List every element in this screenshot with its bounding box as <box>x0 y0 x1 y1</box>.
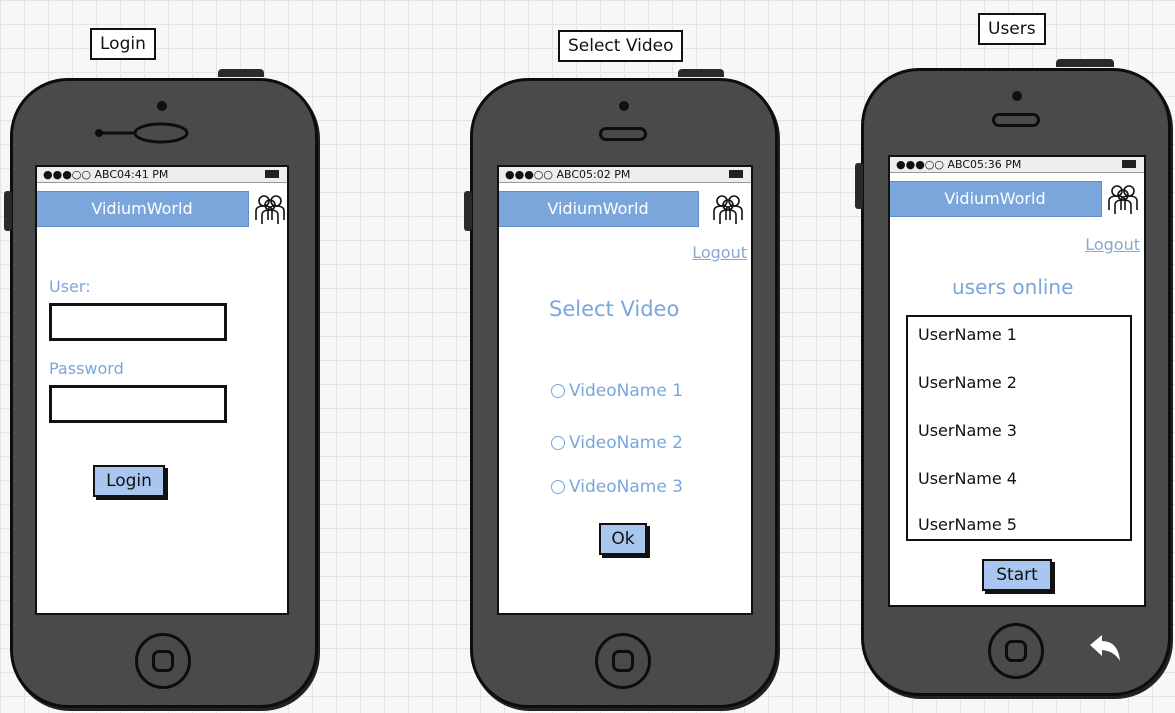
users-group-icon[interactable] <box>711 192 745 226</box>
logout-link[interactable]: Logout <box>692 243 747 262</box>
list-item[interactable]: UserName 3 <box>918 421 1017 440</box>
battery-icon <box>729 170 743 178</box>
video-option[interactable]: VideoName 1 <box>551 381 683 401</box>
video-option-label: VideoName 3 <box>569 477 684 497</box>
caption-login: Login <box>90 28 156 60</box>
status-text: ●●●○○ ABC05:36 PM <box>896 158 1022 171</box>
camera-icon <box>157 101 167 111</box>
status-text: ●●●○○ ABC04:41 PM <box>43 168 169 181</box>
nav-title: VidiumWorld <box>499 191 699 227</box>
radio-icon <box>551 384 565 398</box>
list-item[interactable]: UserName 2 <box>918 373 1017 392</box>
video-option[interactable]: VideoName 3 <box>551 477 683 497</box>
screen-select-video: ●●●○○ ABC05:02 PM VidiumWorld Logout Sel… <box>497 165 753 615</box>
nav-title: VidiumWorld <box>37 191 249 227</box>
users-list[interactable]: UserName 1 UserName 2 UserName 3 UserNam… <box>906 315 1132 541</box>
phone-users: ●●●○○ ABC05:36 PM VidiumWorld Logout use… <box>855 59 1171 696</box>
users-group-icon[interactable] <box>1106 182 1140 216</box>
video-option-label: VideoName 1 <box>569 381 684 401</box>
home-button-icon[interactable] <box>988 623 1044 679</box>
video-option-label: VideoName 2 <box>569 433 684 453</box>
ok-button[interactable]: Ok <box>599 523 647 555</box>
status-bar: ●●●○○ ABC04:41 PM <box>37 167 287 183</box>
select-video-heading: Select Video <box>549 297 680 321</box>
back-arrow-icon[interactable] <box>1086 631 1126 667</box>
login-button[interactable]: Login <box>93 465 165 497</box>
caption-select-video: Select Video <box>558 30 684 62</box>
password-field[interactable] <box>49 385 227 423</box>
nav-title: VidiumWorld <box>890 181 1102 217</box>
battery-icon <box>265 170 279 178</box>
battery-icon <box>1122 160 1136 168</box>
list-item[interactable]: UserName 4 <box>918 469 1017 488</box>
users-group-icon[interactable] <box>253 192 287 226</box>
speaker <box>992 113 1040 127</box>
list-item[interactable]: UserName 1 <box>918 325 1017 344</box>
status-bar: ●●●○○ ABC05:02 PM <box>499 167 751 183</box>
camera-icon <box>619 101 629 111</box>
list-item[interactable]: UserName 5 <box>918 515 1017 534</box>
phone-login: ●●●○○ ABC04:41 PM VidiumWorld User: Pass… <box>4 69 318 708</box>
user-field[interactable] <box>49 303 227 341</box>
screen-login: ●●●○○ ABC04:41 PM VidiumWorld User: Pass… <box>35 165 289 615</box>
password-label: Password <box>49 359 124 378</box>
start-button[interactable]: Start <box>982 559 1052 591</box>
screen-users: ●●●○○ ABC05:36 PM VidiumWorld Logout use… <box>888 155 1146 607</box>
radio-icon <box>551 480 565 494</box>
caption-users: Users <box>978 13 1046 45</box>
logout-link[interactable]: Logout <box>1085 235 1140 254</box>
radio-icon <box>551 436 565 450</box>
phone-select-video: ●●●○○ ABC05:02 PM VidiumWorld Logout Sel… <box>464 69 778 708</box>
users-online-heading: users online <box>952 275 1074 299</box>
speaker <box>599 127 647 141</box>
home-button-icon[interactable] <box>595 633 651 689</box>
user-label: User: <box>49 277 91 296</box>
camera-icon <box>1012 91 1022 101</box>
home-button-icon[interactable] <box>135 633 191 689</box>
status-bar: ●●●○○ ABC05:36 PM <box>890 157 1144 173</box>
video-option[interactable]: VideoName 2 <box>551 433 683 453</box>
key-icon <box>95 122 189 144</box>
status-text: ●●●○○ ABC05:02 PM <box>505 168 631 181</box>
